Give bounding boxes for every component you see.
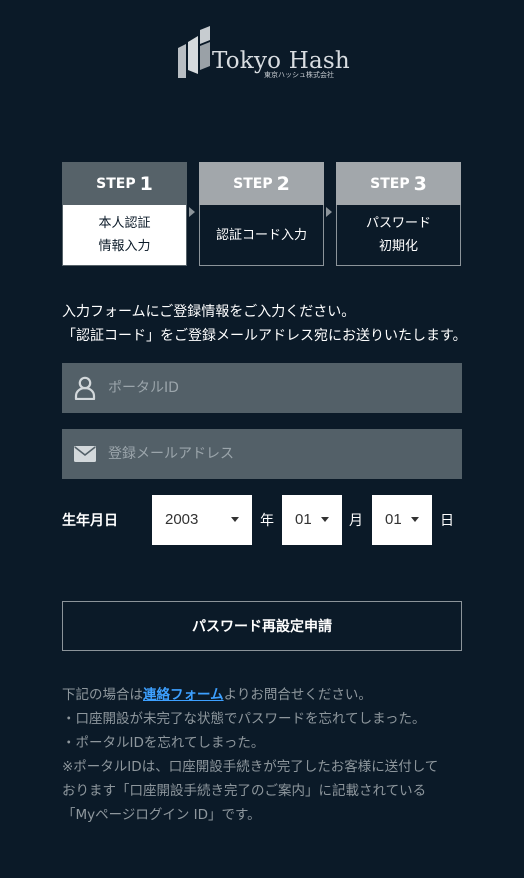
notes-line-3: ・ポータルIDを忘れてしまった。 <box>62 735 265 751</box>
birth-month-value: 01 <box>295 511 312 528</box>
intro-line-1: 入力フォームにご登録情報をご入力ください。 <box>62 304 356 320</box>
month-unit-label: 月 <box>349 513 363 529</box>
password-reset-request-button[interactable]: パスワード再設定申請 <box>62 601 462 651</box>
step-arrow-icon <box>189 207 195 217</box>
brand-subtitle: 東京ハッシュ株式会社 <box>264 71 334 79</box>
step-1: STEP 1 本人認証 情報入力 <box>62 162 187 266</box>
step-2: STEP 2 認証コード入力 <box>199 162 324 266</box>
birth-month-select[interactable]: 01 <box>282 495 342 545</box>
step-2-line1: 認証コード入力 <box>215 227 307 243</box>
step-3-header: STEP 3 <box>336 162 461 205</box>
intro-text: 入力フォームにご登録情報をご入力ください。 「認証コード」をご登録メールアドレス… <box>62 300 467 348</box>
portal-id-field[interactable] <box>62 363 462 413</box>
contact-form-link[interactable]: 連絡フォーム <box>143 687 224 703</box>
email-field[interactable] <box>62 429 462 479</box>
step-3-body: パスワード 初期化 <box>336 205 461 266</box>
step-3-line1: パスワード <box>365 216 431 231</box>
step-2-body: 認証コード入力 <box>199 205 324 266</box>
step-3-number: 3 <box>413 172 427 195</box>
notes-line-1: 下記の場合は連絡フォームよりお問合せください。 <box>62 683 472 707</box>
help-notes: 下記の場合は連絡フォームよりお問合せください。 ・口座開設が未完了な状態でパスワ… <box>62 683 472 827</box>
step-2-number: 2 <box>276 172 290 195</box>
step-3-word: STEP <box>370 175 410 192</box>
step-1-word: STEP <box>96 175 136 192</box>
caret-down-icon <box>411 517 419 522</box>
caret-down-icon <box>231 517 239 522</box>
step-2-word: STEP <box>233 175 273 192</box>
notes-line-5: おります「口座開設手続き完了のご案内」に記載されている <box>62 783 427 799</box>
day-unit-label: 日 <box>440 513 454 529</box>
notes-line-1-after: よりお問合せください。 <box>223 687 372 703</box>
step-2-header: STEP 2 <box>199 162 324 205</box>
step-1-line1: 本人認証 <box>98 216 151 231</box>
notes-line-6: 「Myページログイン ID」です。 <box>62 807 261 823</box>
step-1-line2: 情報入力 <box>98 239 151 254</box>
brand-logo: Tokyo Hash 東京ハッシュ株式会社 <box>176 26 350 84</box>
notes-line-1-before: 下記の場合は <box>62 687 143 703</box>
birth-year-select[interactable]: 2003 <box>152 495 252 545</box>
step-1-number: 1 <box>139 172 153 195</box>
birth-year-value: 2003 <box>165 511 199 528</box>
portal-id-input[interactable] <box>108 363 448 413</box>
step-arrow-icon <box>326 207 332 217</box>
email-input[interactable] <box>108 429 448 479</box>
notes-line-2: ・口座開設が未完了な状態でパスワードを忘れてしまった。 <box>62 711 426 727</box>
birth-day-value: 01 <box>385 511 402 528</box>
notes-line-4: ※ポータルIDは、口座開設手続きが完了したお客様に送付して <box>62 759 439 775</box>
birth-date-label: 生年月日 <box>62 513 118 529</box>
step-3: STEP 3 パスワード 初期化 <box>336 162 461 266</box>
envelope-icon <box>74 446 96 462</box>
user-icon <box>74 376 96 400</box>
intro-line-2: 「認証コード」をご登録メールアドレス宛にお送りいたします。 <box>62 328 467 344</box>
birth-day-select[interactable]: 01 <box>372 495 432 545</box>
step-1-body: 本人認証 情報入力 <box>62 205 187 266</box>
caret-down-icon <box>321 517 329 522</box>
step-3-line2: 初期化 <box>378 239 418 254</box>
step-1-header: STEP 1 <box>62 162 187 205</box>
year-unit-label: 年 <box>260 513 274 529</box>
